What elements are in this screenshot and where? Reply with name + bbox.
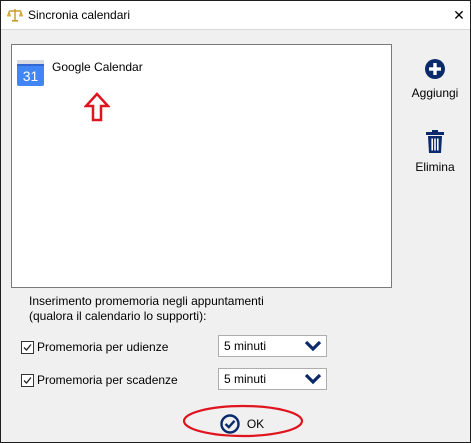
ok-label: OK (246, 417, 265, 431)
delete-calendar-button[interactable]: Elimina (405, 130, 465, 174)
plus-circle-icon (425, 59, 445, 79)
window-title: Sincronia calendari (28, 8, 131, 22)
close-button[interactable]: ✕ (448, 1, 470, 29)
calendar-list[interactable]: 31 Google Calendar (11, 44, 392, 288)
deadlines-reminder-value: 5 minuti (224, 372, 267, 386)
delete-label: Elimina (415, 160, 455, 174)
deadlines-reminder-row: Promemoria per scadenze (21, 370, 178, 390)
deadlines-reminder-checkbox[interactable] (21, 373, 34, 387)
reminders-info-line2: (qualora il calendario lo supporti): (29, 309, 207, 323)
chevron-down-icon (304, 373, 322, 385)
up-arrow-annotation-icon (84, 92, 110, 122)
google-calendar-icon: 31 (17, 60, 44, 86)
checkmark-icon (23, 376, 32, 384)
deadlines-reminder-label: Promemoria per scadenze (37, 373, 178, 387)
hearings-reminder-label: Promemoria per udienze (37, 340, 169, 354)
hearings-reminder-select[interactable]: 5 minuti (218, 335, 327, 357)
add-label: Aggiungi (411, 86, 459, 100)
calendar-icon-day: 31 (23, 68, 39, 84)
reminders-info-line1: Inserimento promemoria negli appuntament… (29, 294, 264, 308)
checkmark-icon (23, 343, 32, 351)
calendar-label: Google Calendar (52, 60, 143, 74)
hearings-reminder-checkbox[interactable] (21, 340, 34, 354)
check-circle-icon (220, 414, 240, 434)
hearings-reminder-row: Promemoria per udienze (21, 337, 168, 357)
hearings-reminder-value: 5 minuti (224, 339, 267, 353)
reminders-info: Inserimento promemoria negli appuntament… (29, 294, 264, 324)
scales-icon (7, 9, 23, 22)
title-bar[interactable]: Sincronia calendari ✕ (1, 1, 470, 30)
sync-calendars-dialog: Sincronia calendari ✕ 31 Google Calendar… (0, 0, 471, 443)
chevron-down-icon (304, 340, 322, 352)
close-icon: ✕ (453, 6, 465, 23)
deadlines-reminder-select[interactable]: 5 minuti (218, 368, 327, 390)
list-item[interactable]: 31 Google Calendar (17, 60, 143, 86)
trash-icon (426, 130, 444, 153)
ok-button[interactable]: OK (188, 410, 296, 438)
add-calendar-button[interactable]: Aggiungi (405, 58, 465, 100)
